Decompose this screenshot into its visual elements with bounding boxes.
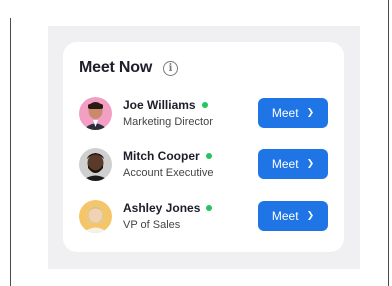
contact-row: Joe Williams Marketing Director Meet ❯	[79, 97, 330, 133]
person-role: Marketing Director	[123, 116, 213, 128]
name-line: Joe Williams	[123, 98, 208, 112]
name-line: Ashley Jones	[123, 201, 213, 215]
avatar	[79, 148, 112, 181]
frame-border-left	[10, 18, 11, 286]
meet-button-label: Meet	[271, 106, 299, 120]
online-status-dot	[205, 153, 212, 159]
meet-button[interactable]: Meet ❯	[258, 201, 328, 231]
online-status-dot	[206, 205, 213, 211]
meet-now-card: Meet Now i Joe Williams Marketing Direct…	[63, 42, 344, 252]
avatar	[79, 200, 112, 233]
contact-row: Ashley Jones VP of Sales Meet ❯	[79, 200, 330, 236]
contact-row: Mitch Cooper Account Executive Meet ❯	[79, 148, 330, 184]
person-name: Joe Williams	[123, 98, 196, 112]
name-line: Mitch Cooper	[123, 149, 212, 163]
online-status-dot	[201, 102, 208, 108]
meet-button-label: Meet	[271, 209, 299, 223]
person-name: Mitch Cooper	[123, 149, 200, 163]
person-role: VP of Sales	[123, 219, 181, 231]
person-name: Ashley Jones	[123, 201, 201, 215]
person-role: Account Executive	[123, 167, 214, 179]
card-header: Meet Now i	[79, 59, 179, 77]
meet-button[interactable]: Meet ❯	[258, 98, 328, 128]
meet-button-label: Meet	[271, 157, 299, 171]
frame-border-right	[388, 0, 389, 286]
meet-button[interactable]: Meet ❯	[258, 149, 328, 179]
avatar	[79, 97, 112, 130]
info-icon[interactable]: i	[163, 60, 179, 76]
chevron-down-icon: ❯	[306, 106, 315, 117]
chevron-down-icon: ❯	[306, 209, 315, 220]
chevron-down-icon: ❯	[306, 157, 315, 168]
card-title: Meet Now	[79, 59, 153, 76]
